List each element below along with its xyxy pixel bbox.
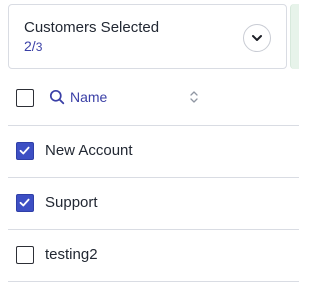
check-icon bbox=[19, 146, 30, 155]
name-column-search[interactable]: Name bbox=[49, 88, 107, 106]
row-checkbox[interactable] bbox=[16, 194, 34, 212]
table-row[interactable]: testing2 bbox=[8, 230, 299, 282]
name-column-label: Name bbox=[70, 89, 108, 105]
selected-count-value: 2 bbox=[24, 38, 32, 54]
row-checkbox[interactable] bbox=[16, 246, 34, 264]
customer-selector-panel: Customers Selected 2/3 Name New Account … bbox=[0, 0, 299, 297]
expand-toggle-button[interactable] bbox=[243, 24, 271, 52]
customers-selected-title: Customers Selected bbox=[24, 19, 160, 36]
row-checkbox[interactable] bbox=[16, 142, 34, 160]
select-all-checkbox[interactable] bbox=[16, 89, 34, 107]
search-icon bbox=[49, 89, 65, 105]
selected-count: 2/3 bbox=[24, 38, 42, 55]
total-count-value: 3 bbox=[35, 40, 43, 54]
row-name: testing2 bbox=[45, 246, 98, 263]
chevron-down-icon bbox=[252, 35, 262, 41]
row-name: Support bbox=[45, 194, 98, 211]
side-panel-edge bbox=[290, 4, 299, 69]
row-name: New Account bbox=[45, 142, 133, 159]
table-row[interactable]: Support bbox=[8, 178, 299, 230]
table-header-row: Name bbox=[8, 72, 299, 126]
customers-selected-card: Customers Selected 2/3 bbox=[8, 4, 287, 69]
sort-icon[interactable] bbox=[189, 90, 199, 104]
table-row[interactable]: New Account bbox=[8, 126, 299, 178]
check-icon bbox=[19, 198, 30, 207]
